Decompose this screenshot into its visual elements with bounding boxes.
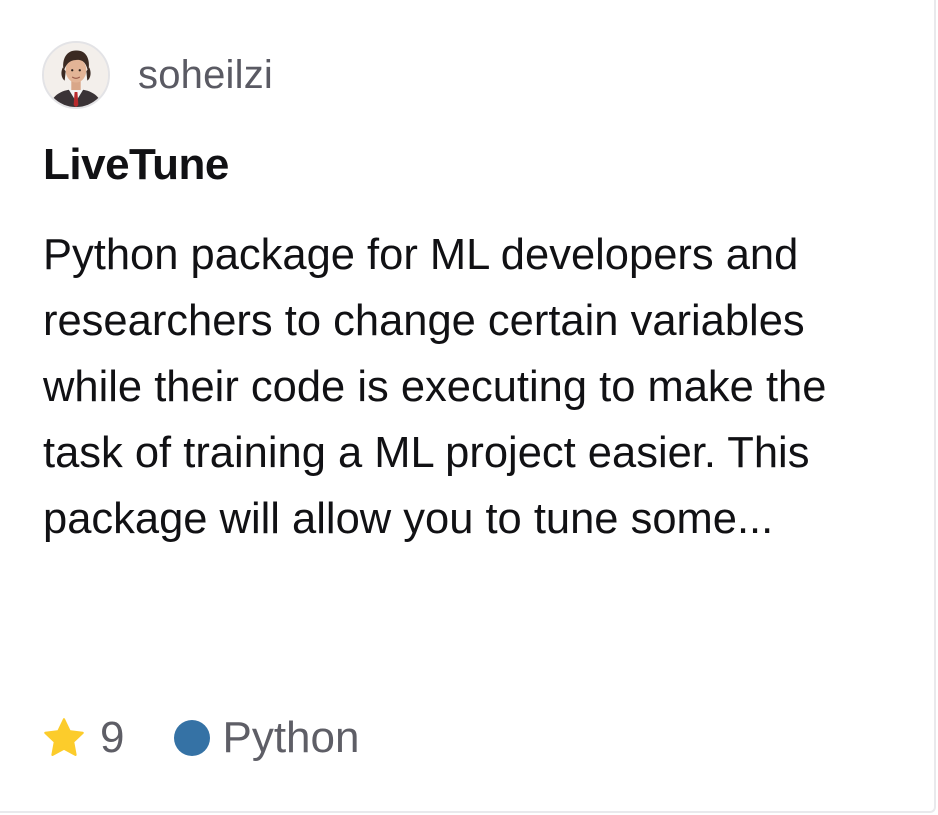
avatar-photo [44,43,108,107]
star-icon [44,718,84,756]
language-color-dot [174,720,211,756]
star-count: 9 [100,713,125,762]
owner-name[interactable]: soheilzi [138,53,273,98]
repository-name[interactable]: LiveTune [43,140,229,190]
owner-row[interactable]: soheilzi [42,40,273,110]
repository-meta: 9 Python [42,710,359,766]
language-name: Python [222,713,360,762]
repository-description: Python package for ML developers and res… [43,231,827,543]
avatar[interactable] [42,41,110,109]
repository-card[interactable]: soheilzi LiveTune Python package for ML … [0,0,936,813]
